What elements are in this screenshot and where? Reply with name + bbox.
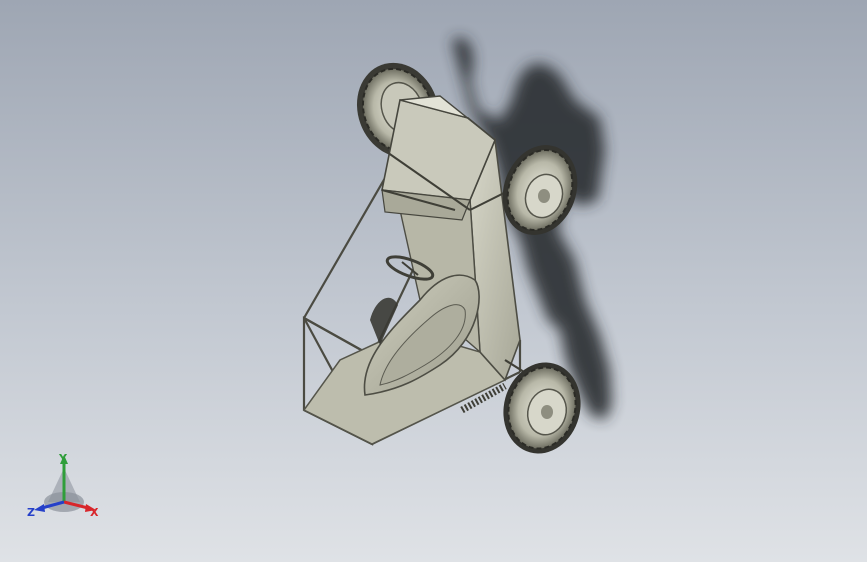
y-axis-label: Y [58,452,68,465]
orientation-triad[interactable]: Y X Z [26,450,104,522]
z-axis-label: Z [27,506,35,519]
x-axis-label: X [90,506,99,519]
kart-3d-model[interactable] [0,0,867,562]
cad-graphics-viewport[interactable]: Y X Z [0,0,867,562]
z-axis-head [34,504,45,512]
